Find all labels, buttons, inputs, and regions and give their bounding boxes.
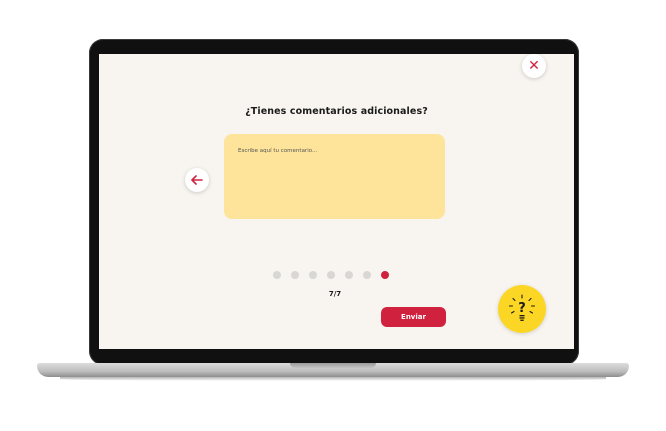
laptop-mockup: ✕ ¿Tienes comentarios adicionales? 7/7 E… xyxy=(0,0,666,431)
arrow-left-icon xyxy=(191,175,203,185)
lightbulb-question-icon: ? xyxy=(508,294,536,321)
close-icon: ✕ xyxy=(528,58,540,74)
page-title: ¿Tienes comentarios adicionales? xyxy=(245,106,428,117)
send-button[interactable]: Enviar xyxy=(381,307,446,327)
step-dot-3[interactable] xyxy=(309,271,317,279)
help-button[interactable]: ? xyxy=(498,285,546,333)
step-dot-7-active[interactable] xyxy=(381,271,389,279)
back-button[interactable] xyxy=(185,168,209,192)
step-dot-4[interactable] xyxy=(327,271,335,279)
step-dot-2[interactable] xyxy=(291,271,299,279)
step-dot-1[interactable] xyxy=(273,271,281,279)
svg-text:?: ? xyxy=(518,301,526,316)
comment-input[interactable] xyxy=(224,134,445,219)
close-button[interactable]: ✕ xyxy=(522,54,546,78)
step-dot-5[interactable] xyxy=(345,271,353,279)
laptop-screen: ✕ ¿Tienes comentarios adicionales? 7/7 E… xyxy=(99,54,574,349)
laptop-shadow xyxy=(60,377,606,381)
step-dot-6[interactable] xyxy=(363,271,371,279)
step-indicator xyxy=(273,271,389,279)
laptop-notch xyxy=(290,363,376,368)
